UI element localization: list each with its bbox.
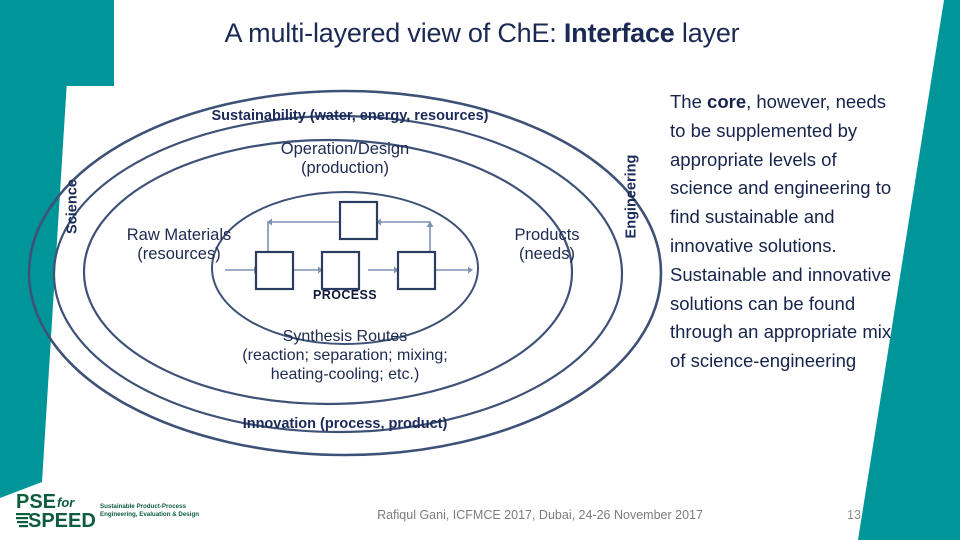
label-science-axis: Science	[64, 179, 81, 234]
logo-tagline: Sustainable Product-Process Engineering,…	[100, 503, 240, 520]
process-box-3	[396, 250, 437, 291]
label-synthesis-line1: Synthesis Routes	[282, 328, 408, 345]
label-synthesis-routes: Synthesis Routes (reaction; separation; …	[175, 328, 515, 385]
label-innovation: Innovation (process, product)	[242, 416, 448, 432]
layered-ellipse-diagram: Sustainability (water, energy, resources…	[20, 78, 670, 468]
footer-citation: Rafiqul Gani, ICFMCE 2017, Dubai, 24-26 …	[377, 508, 703, 522]
logo-text-for: for	[57, 495, 75, 510]
label-operation-design: Operation/Design (production)	[195, 140, 495, 179]
slide-title-prefix: A multi-layered view of ChE:	[224, 18, 564, 48]
slide-title-suffix: layer	[674, 18, 740, 48]
label-process-core: PROCESS	[313, 288, 377, 302]
body-lead: The	[670, 91, 708, 112]
logo-tagline-line2: Engineering, Evaluation & Design	[100, 511, 200, 519]
body-paragraph: The core, however, needs to be supplemen…	[670, 88, 898, 376]
label-synthesis-line3: heating-cooling; etc.)	[270, 365, 420, 383]
label-products: Products (needs)	[472, 226, 622, 265]
logo-tagline-line1: Sustainable Product-Process	[100, 503, 186, 510]
logo-text-speed: SPEED	[28, 510, 96, 530]
pse-for-speed-logo: PSE for SPEED	[16, 488, 100, 530]
label-products-line1: Products	[514, 226, 580, 244]
body-rest: , however, needs to be supplemented by a…	[670, 91, 892, 372]
slide-title: A multi-layered view of ChE: Interface l…	[112, 18, 852, 49]
label-engineering-axis: Engineering	[623, 154, 640, 239]
label-raw-materials-line1: Raw Materials	[126, 226, 232, 244]
label-raw-materials-line2: (resources)	[137, 245, 221, 264]
label-operation-design-line1: Operation/Design	[280, 140, 410, 158]
label-operation-design-line2: (production)	[300, 159, 390, 178]
body-emphasis: core	[707, 91, 747, 112]
slide-page-number: 13	[847, 508, 861, 522]
slide-canvas: A multi-layered view of ChE: Interface l…	[0, 0, 960, 540]
label-sustainability: Sustainability (water, energy, resources…	[211, 108, 489, 124]
label-products-line2: (needs)	[519, 245, 575, 264]
process-box-recycle	[338, 200, 379, 241]
label-synthesis-line2: (reaction; separation; mixing;	[242, 346, 448, 364]
label-raw-materials: Raw Materials (resources)	[94, 226, 264, 265]
slide-title-emphasis: Interface	[563, 18, 675, 48]
process-box-2	[320, 250, 361, 291]
